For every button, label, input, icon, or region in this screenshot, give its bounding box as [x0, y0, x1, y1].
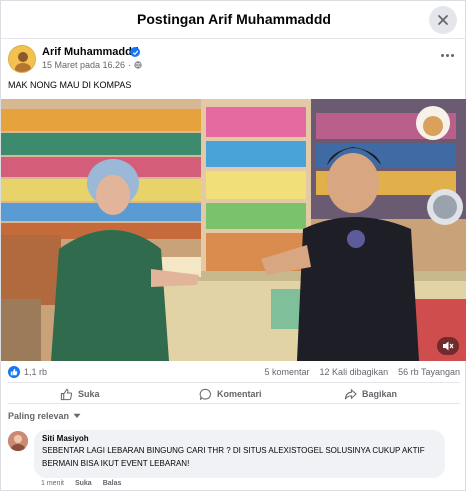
author-name[interactable]: Arif Muhammaddd	[42, 46, 139, 58]
comment-meta: 1 menit Suka Balas	[41, 480, 121, 487]
video-frame-image	[1, 99, 466, 361]
comment-bubble: Siti Masiyoh SEBENTAR LAGI LEBARAN BINGU…	[34, 430, 445, 478]
comment-time[interactable]: 1 menit	[41, 480, 64, 487]
thumbs-up-icon	[60, 388, 73, 400]
post-text: MAK NONG MAU DI KOMPAS	[8, 80, 132, 90]
verified-badge-icon	[130, 47, 140, 57]
post-meta: 15 Maret pada 16.26 ·	[42, 60, 142, 70]
share-label: Bagikan	[362, 389, 398, 399]
post-dialog: Postingan Arif Muhammaddd Arif Muhammadd…	[0, 0, 466, 491]
more-dots-icon	[440, 53, 444, 57]
post-stats: 1,1 rb 5 komentar 12 Kali dibagikan 56 r…	[8, 365, 460, 381]
more-options-button[interactable]	[438, 49, 456, 61]
reaction-count[interactable]: 1,1 rb	[24, 367, 47, 377]
share-count[interactable]: 12 Kali dibagikan	[320, 367, 389, 377]
comment-text: SEBENTAR LAGI LEBARAN BINGUNG CARI THR ?…	[42, 446, 425, 468]
post-video[interactable]	[1, 99, 466, 361]
mute-icon[interactable]	[442, 340, 454, 352]
author-avatar[interactable]	[8, 45, 36, 73]
commenter-name[interactable]: Siti Masiyoh	[42, 434, 437, 443]
globe-icon	[134, 61, 142, 69]
dialog-title: Postingan Arif Muhammaddd	[137, 11, 331, 27]
comment-reply-button[interactable]: Balas	[103, 480, 122, 487]
post-author-row: Arif Muhammaddd 15 Maret pada 16.26 ·	[8, 45, 460, 77]
dialog-header: Postingan Arif Muhammaddd	[1, 1, 466, 39]
share-icon	[344, 388, 357, 399]
close-icon	[438, 15, 448, 25]
like-label: Suka	[78, 389, 100, 399]
like-reaction-icon[interactable]	[8, 366, 20, 378]
caret-down-icon	[73, 413, 81, 418]
post-actions: Suka Komentari Bagikan	[8, 382, 460, 404]
share-button[interactable]: Bagikan	[344, 386, 397, 402]
post-timestamp[interactable]: 15 Maret pada 16.26	[42, 60, 125, 70]
like-button[interactable]: Suka	[60, 386, 100, 402]
close-button[interactable]	[429, 6, 457, 34]
view-count: 56 rb Tayangan	[398, 367, 460, 377]
comment-count[interactable]: 5 komentar	[265, 367, 310, 377]
comment-label: Komentari	[217, 389, 262, 399]
comment-item: Siti Masiyoh SEBENTAR LAGI LEBARAN BINGU…	[8, 430, 460, 490]
comment-icon	[199, 388, 211, 400]
comment-sort-dropdown[interactable]: Paling relevan	[8, 411, 81, 421]
commenter-avatar[interactable]	[8, 431, 28, 451]
comment-button[interactable]: Komentari	[199, 386, 262, 402]
sort-label: Paling relevan	[8, 411, 70, 421]
comment-like-button[interactable]: Suka	[75, 480, 92, 487]
